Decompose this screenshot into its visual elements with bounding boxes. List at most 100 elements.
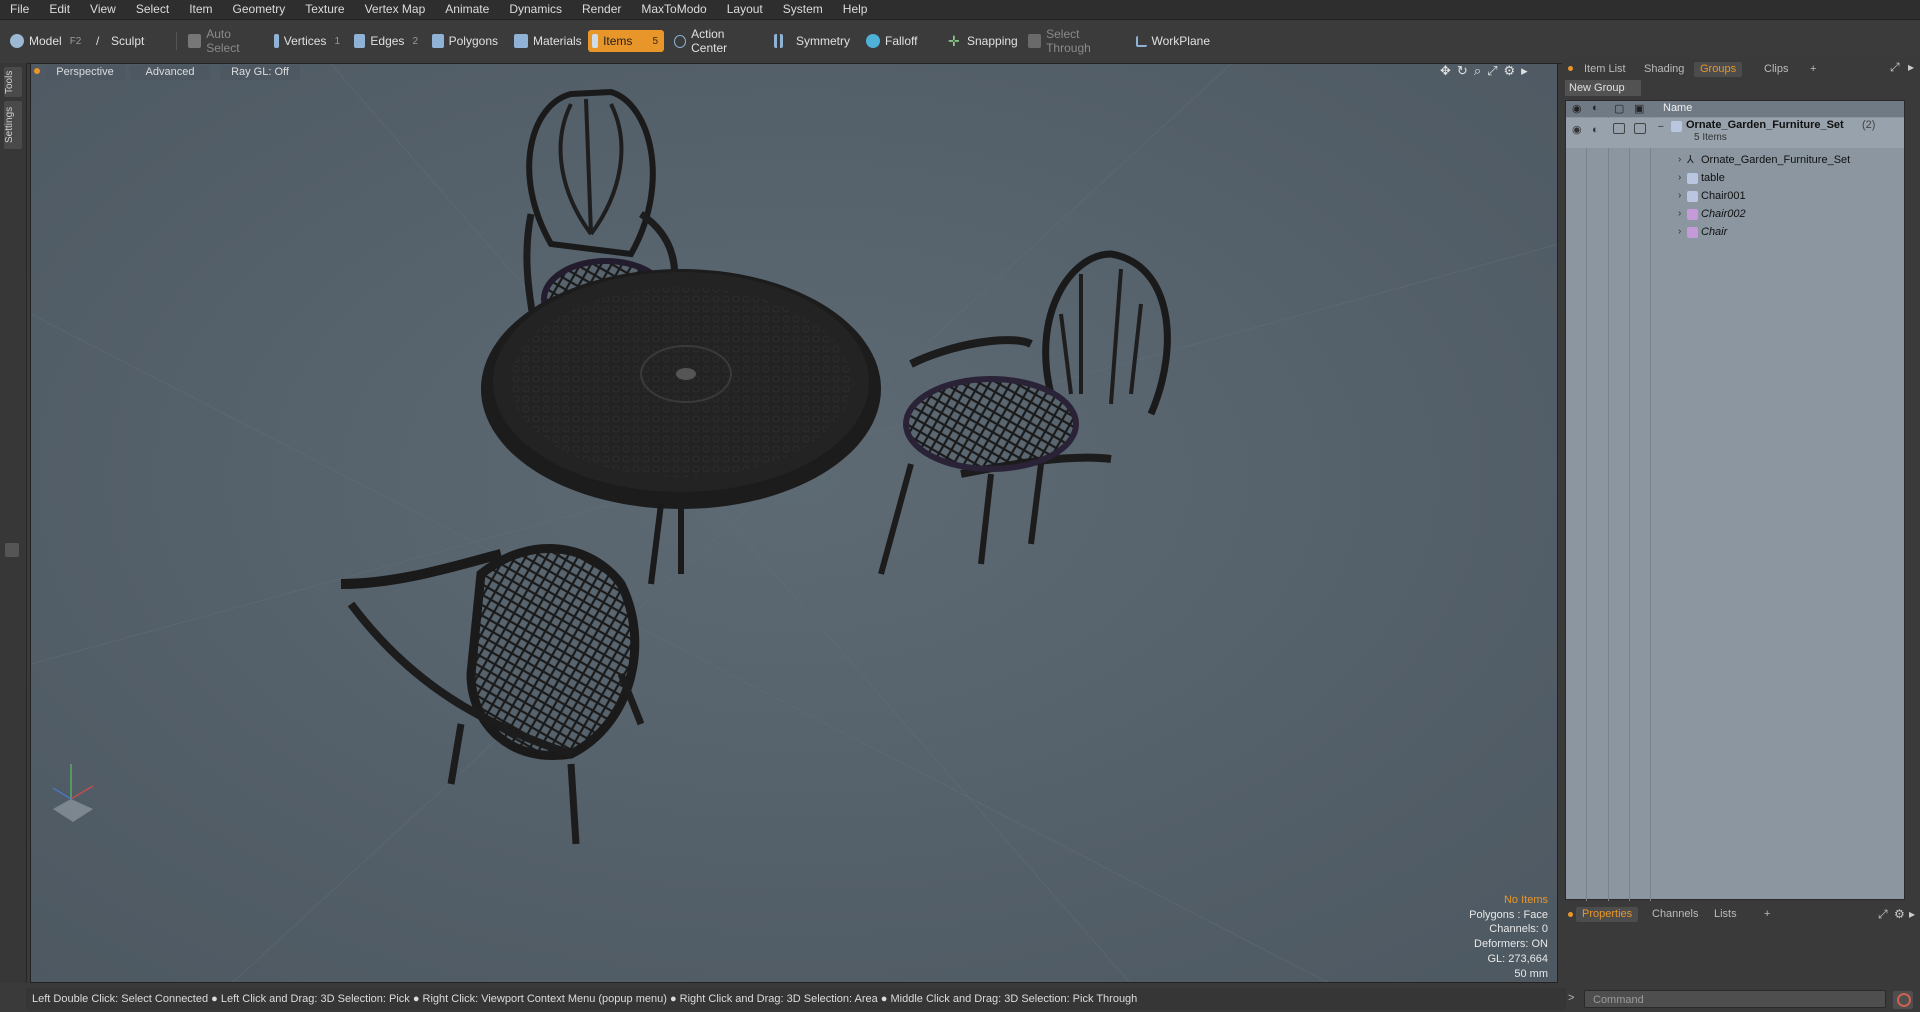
menu-vertex-map[interactable]: Vertex Map — [355, 0, 436, 19]
strip-toggle-button[interactable] — [5, 543, 19, 557]
add-bottom-tab-button[interactable]: + — [1758, 907, 1776, 922]
group-root-row[interactable]: ◉ ◐ – Ornate_Garden_Furniture_Set (2) 5 … — [1566, 118, 1904, 148]
list-item[interactable]: › Chair001 — [1566, 187, 1904, 205]
menu-geometry[interactable]: Geometry — [223, 0, 296, 19]
menu-animate[interactable]: Animate — [435, 0, 499, 19]
edges-label: Edges — [370, 34, 405, 48]
list-item[interactable]: › ⅄ Ornate_Garden_Furniture_Set — [1566, 151, 1904, 169]
action-center-button[interactable]: Action Center — [670, 27, 764, 55]
command-arrow-icon[interactable]: > — [1568, 992, 1574, 1004]
tab-channels[interactable]: Channels — [1646, 907, 1704, 922]
snapping-button[interactable]: ✛ Snapping — [944, 30, 1030, 52]
materials-button[interactable]: Materials — [510, 30, 590, 52]
name-column-header[interactable]: Name — [1663, 102, 1692, 114]
edges-button[interactable]: Edges 2 — [350, 30, 424, 52]
fit-view-icon[interactable]: ⤢ — [1487, 63, 1497, 79]
menu-layout[interactable]: Layout — [717, 0, 773, 19]
tab-groups[interactable]: Groups — [1694, 62, 1743, 77]
shading-dropdown[interactable]: Advanced — [130, 65, 210, 80]
tab-item-list[interactable]: Item List — [1578, 62, 1632, 77]
tree-arrow-icon[interactable]: › — [1678, 169, 1681, 187]
symmetry-label: Symmetry — [796, 34, 850, 48]
3d-viewport[interactable] — [30, 63, 1558, 983]
tree-arrow-icon[interactable]: › — [1678, 223, 1681, 241]
bottom-panel-dot-icon[interactable] — [1568, 912, 1573, 917]
bottom-expand-icon[interactable]: ⤢ — [1878, 907, 1888, 922]
bottom-arrow-icon[interactable]: ▸ — [1909, 907, 1915, 921]
sculpt-button[interactable]: / Sculpt — [92, 30, 164, 52]
menu-item[interactable]: Item — [179, 0, 222, 19]
menu-render[interactable]: Render — [572, 0, 631, 19]
polygons-button[interactable]: Polygons — [428, 30, 504, 52]
bottom-gear-icon[interactable]: ⚙ — [1894, 907, 1905, 921]
menu-file[interactable]: File — [0, 0, 39, 19]
list-item[interactable]: › Chair002 — [1566, 205, 1904, 223]
menu-view[interactable]: View — [80, 0, 126, 19]
info-gl: GL: 273,664 — [1487, 952, 1548, 965]
select-icon[interactable]: ▣ — [1634, 102, 1644, 115]
move-view-icon[interactable]: ✥ — [1440, 63, 1451, 79]
menu-edit[interactable]: Edit — [39, 0, 80, 19]
panel-options-dot-icon[interactable] — [1568, 66, 1573, 71]
panel-arrow-icon[interactable]: ▸ — [1908, 60, 1914, 74]
zoom-view-icon[interactable]: ⌕ — [1474, 63, 1481, 79]
tab-clips[interactable]: Clips — [1758, 62, 1794, 77]
tab-lists[interactable]: Lists — [1708, 907, 1743, 922]
model-mode-button[interactable]: Model F2 — [6, 30, 96, 52]
menu-texture[interactable]: Texture — [295, 0, 354, 19]
list-item[interactable]: › table — [1566, 169, 1904, 187]
command-input[interactable]: Command — [1584, 990, 1886, 1008]
edges-shortcut: 2 — [412, 35, 418, 47]
lock-icon[interactable]: ▢ — [1614, 102, 1624, 115]
mesh-icon — [1687, 173, 1698, 184]
tab-properties[interactable]: Properties — [1576, 907, 1639, 922]
row-select-checkbox[interactable] — [1634, 123, 1646, 134]
vertices-shortcut: 1 — [334, 35, 340, 47]
view-type-dropdown[interactable]: Perspective — [45, 65, 125, 80]
row-eye-icon[interactable]: ◉ — [1572, 121, 1582, 139]
auto-select-icon — [188, 34, 202, 48]
row-render-icon[interactable]: ◐ — [1592, 121, 1599, 139]
menu-maxtomodo[interactable]: MaxToModo — [631, 0, 716, 19]
workplane-label: WorkPlane — [1151, 34, 1210, 48]
materials-label: Materials — [533, 34, 582, 48]
list-item[interactable]: › Chair — [1566, 223, 1904, 241]
add-tab-button[interactable]: + — [1804, 62, 1822, 77]
snapping-label: Snapping — [967, 34, 1018, 48]
new-group-button[interactable]: New Group — [1565, 80, 1641, 96]
menu-dynamics[interactable]: Dynamics — [499, 0, 572, 19]
command-record-button[interactable] — [1893, 991, 1913, 1009]
symmetry-button[interactable]: Symmetry — [770, 30, 856, 52]
items-button[interactable]: Items 5 — [588, 30, 664, 52]
menu-help[interactable]: Help — [833, 0, 878, 19]
panel-expand-icon[interactable]: ⤢ — [1890, 60, 1900, 75]
workplane-button[interactable]: WorkPlane — [1132, 30, 1216, 52]
raygl-dropdown[interactable]: Ray GL: Off — [220, 65, 300, 80]
row-lock-checkbox[interactable] — [1613, 123, 1625, 134]
mesh-icon — [1687, 191, 1698, 202]
tab-shading[interactable]: Shading — [1638, 62, 1690, 77]
settings-tab[interactable]: Settings — [4, 101, 22, 149]
tree-arrow-icon[interactable]: › — [1678, 205, 1681, 223]
viewport-info-overlay: No Items Polygons : Face Channels: 0 Def… — [1410, 893, 1548, 981]
brush-icon: / — [96, 34, 100, 48]
tree-arrow-icon[interactable]: › — [1678, 187, 1681, 205]
viewport-settings-gear-icon[interactable]: ⚙ — [1504, 63, 1516, 79]
expand-arrow-icon[interactable]: ▸ — [1521, 63, 1528, 79]
vertices-button[interactable]: Vertices 1 — [270, 30, 346, 52]
polygons-icon — [432, 34, 444, 48]
menu-select[interactable]: Select — [126, 0, 179, 19]
select-through-button[interactable]: Select Through — [1024, 27, 1128, 55]
visibility-eye-icon[interactable]: ◉ — [1572, 102, 1582, 115]
falloff-button[interactable]: Falloff — [862, 30, 940, 52]
collapse-arrow-icon[interactable]: – — [1658, 118, 1664, 136]
tree-arrow-icon[interactable]: › — [1678, 151, 1681, 169]
root-group-count: (2) — [1862, 119, 1876, 131]
render-icon[interactable]: ◐ — [1592, 102, 1599, 114]
tools-tab[interactable]: Tools — [4, 67, 22, 97]
menu-system[interactable]: System — [773, 0, 833, 19]
rotate-view-icon[interactable]: ↻ — [1457, 63, 1468, 79]
auto-select-button[interactable]: Auto Select — [184, 27, 270, 55]
left-tool-strip: Tools Settings — [0, 63, 27, 983]
viewport-options-dot-icon[interactable] — [34, 68, 40, 74]
